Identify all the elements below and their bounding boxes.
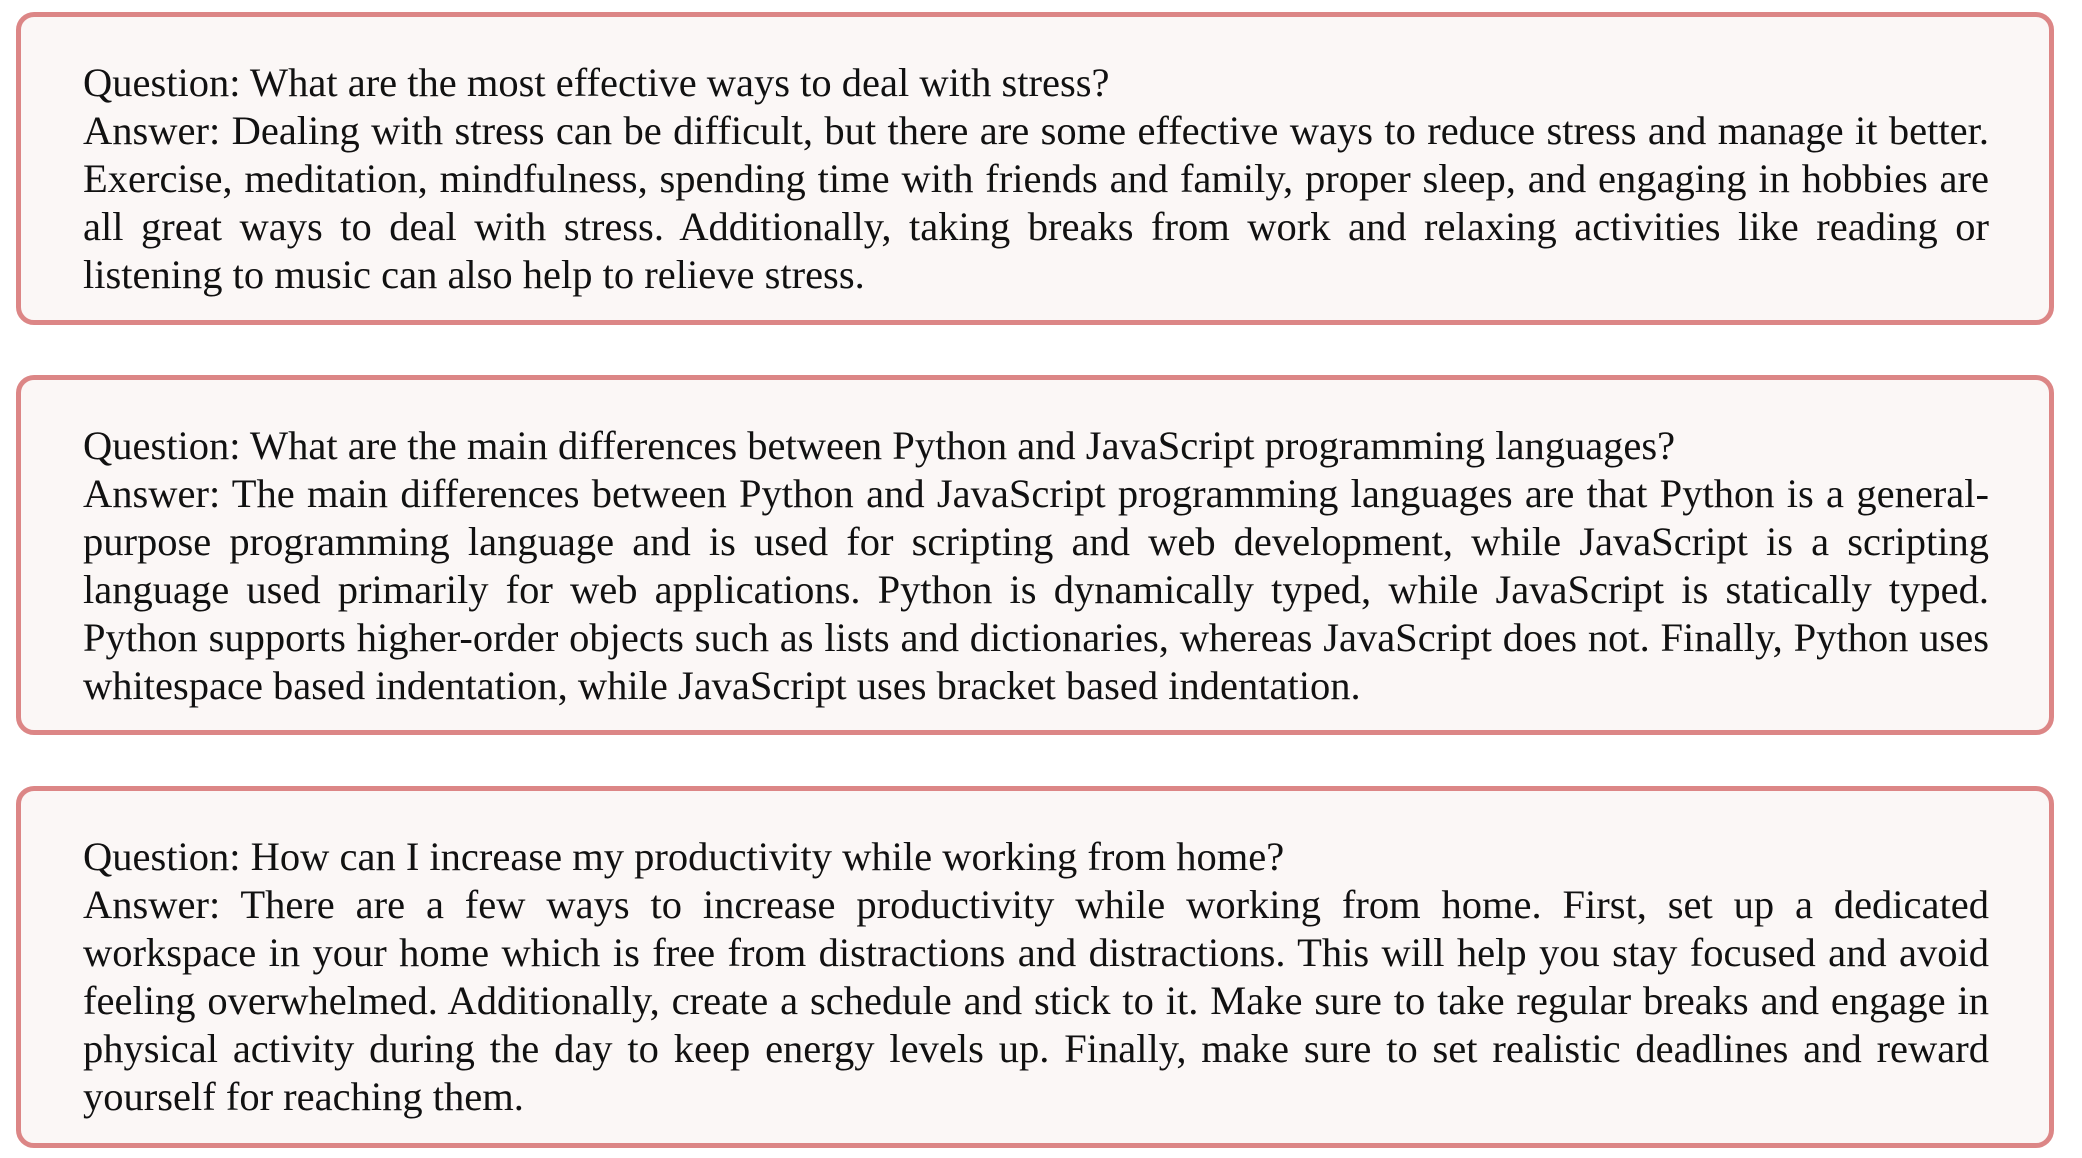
question-text: Question: What are the main differences … [83, 423, 1676, 468]
question-text: Question: How can I increase my producti… [83, 834, 1285, 879]
answer-text: Answer: There are a few ways to increase… [83, 882, 1989, 1119]
qa-box-python-javascript: Question: What are the main differences … [16, 375, 2054, 735]
answer-text: Answer: The main differences between Pyt… [83, 471, 1989, 708]
qa-box-stress: Question: What are the most effective wa… [16, 12, 2054, 325]
answer-text: Answer: Dealing with stress can be diffi… [83, 108, 1989, 297]
question-text: Question: What are the most effective wa… [83, 60, 1110, 105]
qa-box-productivity: Question: How can I increase my producti… [16, 786, 2054, 1148]
